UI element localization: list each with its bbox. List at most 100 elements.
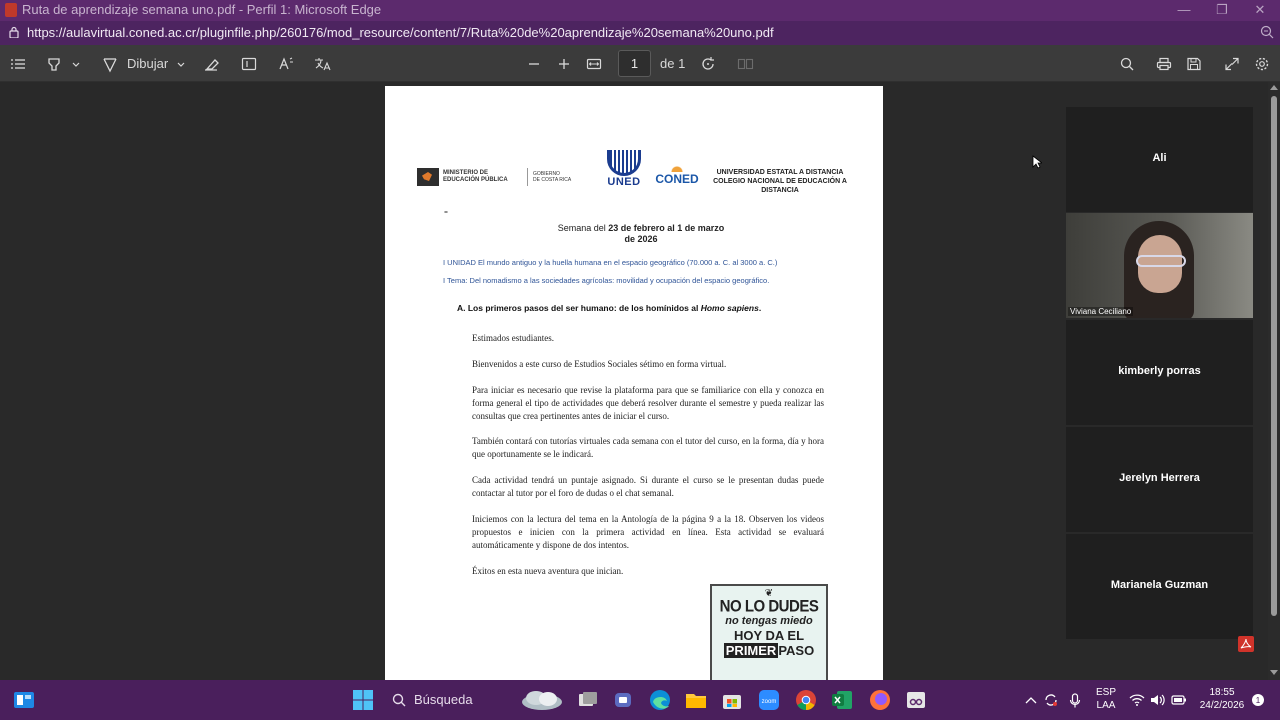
draw-dropdown-chevron-icon[interactable] xyxy=(177,54,185,74)
adobe-pdf-icon[interactable] xyxy=(1238,636,1254,652)
poster-line4: PRIMER PASO xyxy=(712,643,826,658)
scrollbar-thumb[interactable] xyxy=(1271,96,1277,616)
windows-start-icon[interactable] xyxy=(351,688,375,712)
zoom-out-icon[interactable] xyxy=(527,54,541,74)
pdf-file-icon xyxy=(5,3,17,17)
participant-tile[interactable]: Ali xyxy=(1066,107,1253,212)
scroll-down-arrow-icon[interactable] xyxy=(1270,670,1278,676)
teams-icon[interactable] xyxy=(612,688,636,712)
widgets-icon[interactable] xyxy=(12,688,36,712)
ministry-line1: MINISTERIO DE xyxy=(443,170,489,176)
fit-page-icon[interactable] xyxy=(586,54,602,74)
scroll-up-arrow-icon[interactable] xyxy=(1270,84,1278,90)
battery-icon[interactable] xyxy=(1170,688,1188,712)
chrome-browser-icon[interactable] xyxy=(794,688,818,712)
microphone-icon[interactable] xyxy=(1068,688,1082,712)
sync-icon[interactable] xyxy=(1043,688,1059,712)
svg-text:zoom: zoom xyxy=(762,699,777,705)
coned-text: CONED xyxy=(655,172,699,186)
settings-gear-icon[interactable] xyxy=(1254,54,1270,74)
search-highlight-icon[interactable] xyxy=(520,688,564,712)
microsoft-store-icon[interactable] xyxy=(720,688,744,712)
page-number-input[interactable]: 1 xyxy=(618,50,651,77)
draw-pen-icon[interactable] xyxy=(102,54,118,74)
zoom-app-icon[interactable]: zoom xyxy=(757,688,781,712)
clock[interactable]: 18:55 24/2/2026 xyxy=(1194,686,1250,712)
paragraph: Iniciemos con la lectura del tema en la … xyxy=(472,514,824,550)
uned-logo: UNED xyxy=(605,150,643,188)
zoom-icon[interactable] xyxy=(1260,25,1274,39)
file-explorer-icon[interactable] xyxy=(684,688,708,712)
page-total-label: de 1 xyxy=(660,56,686,71)
motivational-poster: ❦ NO LO DUDES no tengas miedo HOY DA EL … xyxy=(710,584,828,680)
participant-tile[interactable]: kimberly porras xyxy=(1066,320,1253,425)
participant-tile[interactable]: Marianela Guzman xyxy=(1066,534,1253,639)
highlight-icon[interactable] xyxy=(46,54,62,74)
participant-tile[interactable]: Jerelyn Herrera xyxy=(1066,427,1253,532)
edge-browser-icon[interactable] xyxy=(648,688,672,712)
search-icon[interactable] xyxy=(1119,54,1135,74)
ministry-line2: EDUCACIÓN PÚBLICA xyxy=(443,177,508,183)
highlight-dropdown-chevron-icon[interactable] xyxy=(72,54,80,74)
participant-name: Viviana Ceciliano xyxy=(1068,307,1134,316)
university-name: UNIVERSIDAD ESTATAL A DISTANCIA COLEGIO … xyxy=(713,169,847,194)
snipping-tool-icon[interactable] xyxy=(904,688,928,712)
keyboard-language[interactable]: ESP LAA xyxy=(1094,686,1118,712)
paragraph: Para iniciar es necesario que revise la … xyxy=(472,385,824,421)
excel-icon[interactable] xyxy=(830,688,854,712)
rotate-icon[interactable] xyxy=(700,54,716,74)
pdf-page[interactable]: MINISTERIO DE EDUCACIÓN PÚBLICA GOBIERNO D… xyxy=(385,86,883,680)
svg-text:1: 1 xyxy=(1256,696,1261,705)
section-a-italic: Homo sapiens xyxy=(700,303,759,313)
participant-name: kimberly porras xyxy=(1118,365,1201,377)
clock-date: 24/2/2026 xyxy=(1199,700,1245,711)
url-text[interactable]: https://aulavirtual.coned.ac.cr/pluginfi… xyxy=(27,25,774,40)
draw-button[interactable]: Dibujar xyxy=(127,54,168,74)
paragraph: También contará con tutorías virtuales c… xyxy=(472,436,824,459)
task-view-icon[interactable] xyxy=(576,688,600,712)
text-box-icon[interactable] xyxy=(241,54,257,74)
week-title: Semana del 23 de febrero al 1 de marzo d… xyxy=(485,223,797,245)
page-view-icon[interactable] xyxy=(737,54,755,74)
notification-icon[interactable]: 1 xyxy=(1251,688,1265,712)
gov-line2: DE COSTA RICA xyxy=(533,177,572,183)
uned-text: UNED xyxy=(607,176,641,188)
fullscreen-icon[interactable] xyxy=(1224,54,1240,74)
section-a-text: A. Los primeros pasos del ser humano: de… xyxy=(457,303,701,313)
close-button[interactable]: ✕ xyxy=(1250,1,1270,19)
participant-video-tile[interactable]: Viviana Ceciliano xyxy=(1066,213,1253,318)
search-icon xyxy=(392,693,406,707)
contents-icon[interactable] xyxy=(10,54,26,74)
search-label: Búsqueda xyxy=(414,692,473,707)
restore-button[interactable]: ❐ xyxy=(1212,1,1232,19)
lock-icon xyxy=(9,26,19,38)
save-icon[interactable] xyxy=(1186,54,1202,74)
address-bar[interactable]: https://aulavirtual.coned.ac.cr/pluginfi… xyxy=(0,21,1280,45)
poster-line4a: PRIMER xyxy=(723,643,779,658)
eraser-icon[interactable] xyxy=(203,54,219,74)
show-hidden-icons-chevron-icon[interactable] xyxy=(1024,688,1038,712)
wifi-icon[interactable] xyxy=(1128,688,1146,712)
window-title-bar: Ruta de aprendizaje semana uno.pdf - Per… xyxy=(0,0,1280,21)
firefox-icon[interactable] xyxy=(868,688,892,712)
windows-taskbar: Búsqueda zoom ESP LAA 18:55 24/2/2026 1 xyxy=(0,680,1280,720)
poster-line3: HOY DA EL xyxy=(733,628,805,643)
pdf-viewer[interactable]: MINISTERIO DE EDUCACIÓN PÚBLICA GOBIERNO D… xyxy=(0,82,1280,680)
section-a-heading: A. Los primeros pasos del ser humano: de… xyxy=(457,303,761,313)
minimize-button[interactable]: — xyxy=(1174,1,1194,19)
translate-icon[interactable] xyxy=(313,54,331,74)
paragraph: Bienvenidos a este curso de Estudios Soc… xyxy=(472,359,727,369)
print-icon[interactable] xyxy=(1156,54,1172,74)
coned-logo: CONED xyxy=(652,162,702,186)
zoom-in-icon[interactable] xyxy=(557,54,571,74)
video-participants-panel: Ali Viviana Ceciliano kimberly porras Je… xyxy=(1066,107,1253,640)
participant-name: Ali xyxy=(1152,152,1167,164)
layout-code: LAA xyxy=(1096,700,1116,711)
poster-line4b: PASO xyxy=(778,643,815,658)
volume-icon[interactable] xyxy=(1149,688,1167,712)
week-dates: 23 de febrero al 1 de marzo xyxy=(608,223,725,233)
read-aloud-icon[interactable] xyxy=(278,54,294,74)
paragraph: Cada actividad tendrá un puntaje asignad… xyxy=(472,475,824,498)
clock-time: 18:55 xyxy=(1209,687,1235,698)
week-prefix: Semana del xyxy=(557,223,609,233)
